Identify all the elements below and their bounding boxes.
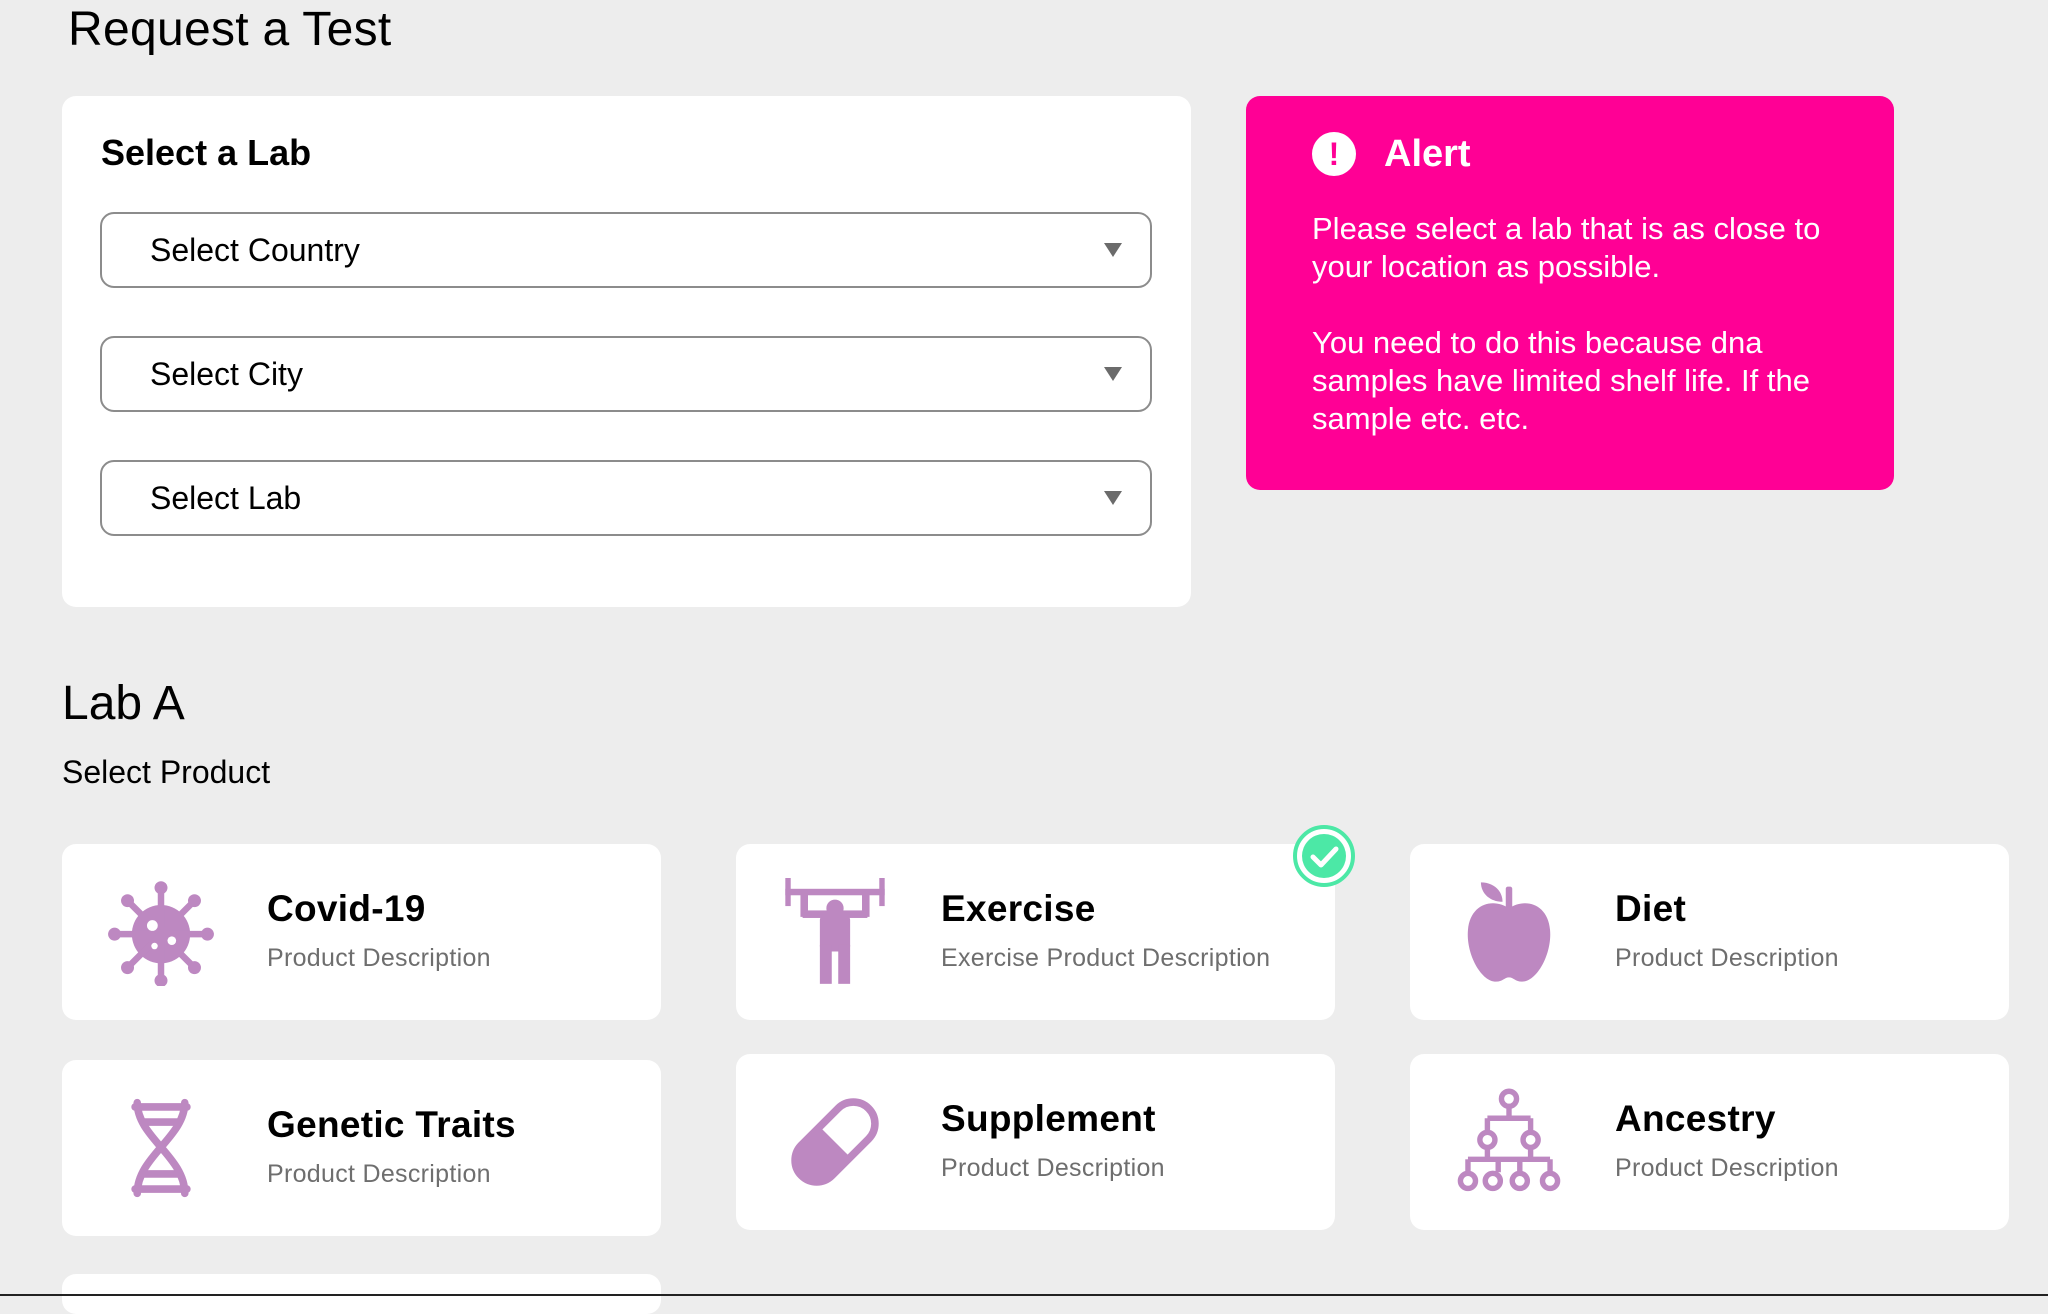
alert-body: Please select a lab that is as close to … xyxy=(1312,210,1852,476)
lab-select-value: Select Lab xyxy=(150,479,302,516)
select-lab-title: Select a Lab xyxy=(101,132,312,173)
caret-down-icon xyxy=(1104,243,1122,257)
pill-icon xyxy=(791,1098,879,1186)
city-select[interactable]: Select City xyxy=(100,336,1152,412)
dna-icon xyxy=(131,1098,191,1198)
product-name: Ancestry xyxy=(1615,1098,1776,1139)
lab-select[interactable]: Select Lab xyxy=(100,460,1152,536)
select-lab-card: Select a Lab Select Country Select City … xyxy=(62,96,1191,607)
product-name: Diet xyxy=(1615,888,1687,929)
product-name: Covid-19 xyxy=(267,888,426,929)
product-description: Product Description xyxy=(1615,944,1839,972)
alert-header: ! Alert xyxy=(1312,132,1471,176)
alert-card: ! Alert Please select a lab that is as c… xyxy=(1246,96,1894,490)
alert-paragraph: You need to do this because dna samples … xyxy=(1312,325,1810,436)
product-description: Product Description xyxy=(1615,1154,1839,1182)
product-card-covid-19[interactable]: Covid-19 Product Description xyxy=(62,844,661,1020)
country-select-value: Select Country xyxy=(150,231,360,268)
product-card-exercise[interactable]: Exercise Exercise Product Description xyxy=(736,844,1335,1020)
alert-paragraph: Please select a lab that is as close to … xyxy=(1312,211,1821,284)
selected-check-icon xyxy=(1293,825,1355,887)
product-description: Product Description xyxy=(267,1160,491,1188)
lab-name-heading: Lab A xyxy=(62,677,185,730)
product-card-ancestry[interactable]: Ancestry Product Description xyxy=(1410,1054,2009,1230)
product-name: Supplement xyxy=(941,1098,1156,1139)
product-card-genetic-traits[interactable]: Genetic Traits Product Description xyxy=(62,1060,661,1236)
page-title: Request a Test xyxy=(68,3,392,56)
product-card-supplement[interactable]: Supplement Product Description xyxy=(736,1054,1335,1230)
product-card-diet[interactable]: Diet Product Description xyxy=(1410,844,2009,1020)
apple-icon xyxy=(1467,882,1551,982)
product-name: Exercise xyxy=(941,888,1096,929)
city-select-value: Select City xyxy=(150,355,303,392)
virus-icon xyxy=(108,881,214,986)
caret-down-icon xyxy=(1104,491,1122,505)
select-product-label: Select Product xyxy=(62,754,271,790)
alert-title: Alert xyxy=(1384,132,1471,175)
weightlifter-icon xyxy=(785,878,885,984)
country-select[interactable]: Select Country xyxy=(100,212,1152,288)
exclamation-circle-icon: ! xyxy=(1312,132,1356,176)
product-description: Exercise Product Description xyxy=(941,944,1271,972)
product-description: Product Description xyxy=(267,944,491,972)
product-name: Genetic Traits xyxy=(267,1104,516,1145)
product-description: Product Description xyxy=(941,1154,1165,1182)
caret-down-icon xyxy=(1104,367,1122,381)
family-tree-icon xyxy=(1457,1088,1561,1192)
